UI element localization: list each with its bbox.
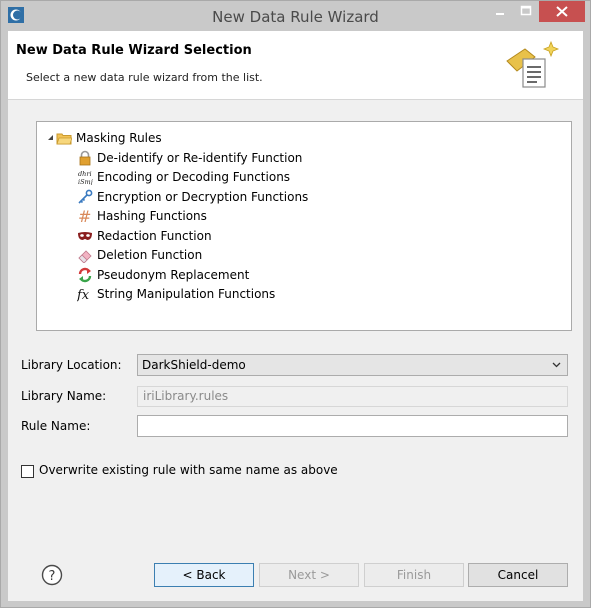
encoding-icon-text-bottom: iSmj (78, 178, 93, 185)
library-name-label: Library Name: (21, 389, 107, 403)
tree-label: Pseudonym Replacement (97, 268, 250, 282)
back-button[interactable]: < Back (154, 563, 254, 587)
function-icon-glyph: fx (77, 288, 90, 302)
maximize-icon (520, 5, 532, 16)
cancel-button[interactable]: Cancel (468, 563, 568, 587)
page-title: New Data Rule Wizard Selection (16, 43, 252, 58)
tree-label: Deletion Function (97, 248, 203, 262)
tree-label: Masking Rules (76, 131, 162, 145)
tree-label: Redaction Function (97, 229, 212, 243)
minimize-icon (496, 13, 504, 15)
tree-label: Hashing Functions (97, 209, 207, 223)
wizard-window: New Data Rule Wizard New Data Rule Wizar… (0, 0, 591, 608)
library-location-label: Library Location: (21, 358, 122, 372)
close-button[interactable] (539, 1, 585, 22)
page-subtitle: Select a new data rule wizard from the l… (26, 71, 263, 84)
function-icon: fx (77, 288, 90, 302)
folder-icon (56, 133, 72, 145)
title-bar[interactable]: New Data Rule Wizard (1, 1, 590, 31)
eraser-icon (78, 250, 92, 263)
library-location-value: DarkShield-demo (142, 358, 246, 372)
hash-icon-glyph: # (78, 208, 91, 224)
key-icon (78, 189, 93, 204)
wizard-banner-icon (506, 40, 560, 88)
minimize-button[interactable] (487, 1, 513, 22)
pseudonym-icon (78, 267, 92, 283)
mask-icon (78, 232, 92, 240)
finish-button[interactable]: Finish (364, 563, 464, 587)
wizard-header: New Data Rule Wizard Selection Select a … (8, 31, 583, 100)
rule-name-label: Rule Name: (21, 419, 91, 433)
library-name-field: iriLibrary.rules (137, 386, 568, 407)
next-button[interactable]: Next > (259, 563, 359, 587)
wizard-tree[interactable]: Masking Rules De-identify or Re-identify… (36, 121, 572, 331)
tree-label: De-identify or Re-identify Function (97, 151, 303, 165)
wizard-content: New Data Rule Wizard Selection Select a … (8, 31, 583, 601)
lock-icon (79, 150, 91, 166)
encoding-icon: dhri iSmj (78, 170, 93, 185)
maximize-button[interactable] (513, 1, 539, 22)
overwrite-checkbox[interactable] (21, 465, 34, 478)
close-icon (556, 6, 568, 17)
encoding-icon-text-top: dhri (78, 170, 92, 178)
tree-label: Encoding or Decoding Functions (97, 170, 291, 184)
help-icon[interactable]: ? (41, 564, 63, 586)
expand-arrow-icon[interactable] (47, 134, 54, 141)
hash-icon: # (78, 208, 91, 224)
tree-label: Encryption or Decryption Functions (97, 190, 309, 204)
overwrite-checkbox-label[interactable]: Overwrite existing rule with same name a… (39, 463, 338, 477)
rule-name-input[interactable] (137, 415, 568, 437)
help-icon-glyph: ? (49, 569, 56, 584)
library-location-select[interactable]: DarkShield-demo (137, 354, 568, 376)
tree-label: String Manipulation Functions (97, 287, 276, 301)
chevron-down-icon (552, 362, 561, 368)
